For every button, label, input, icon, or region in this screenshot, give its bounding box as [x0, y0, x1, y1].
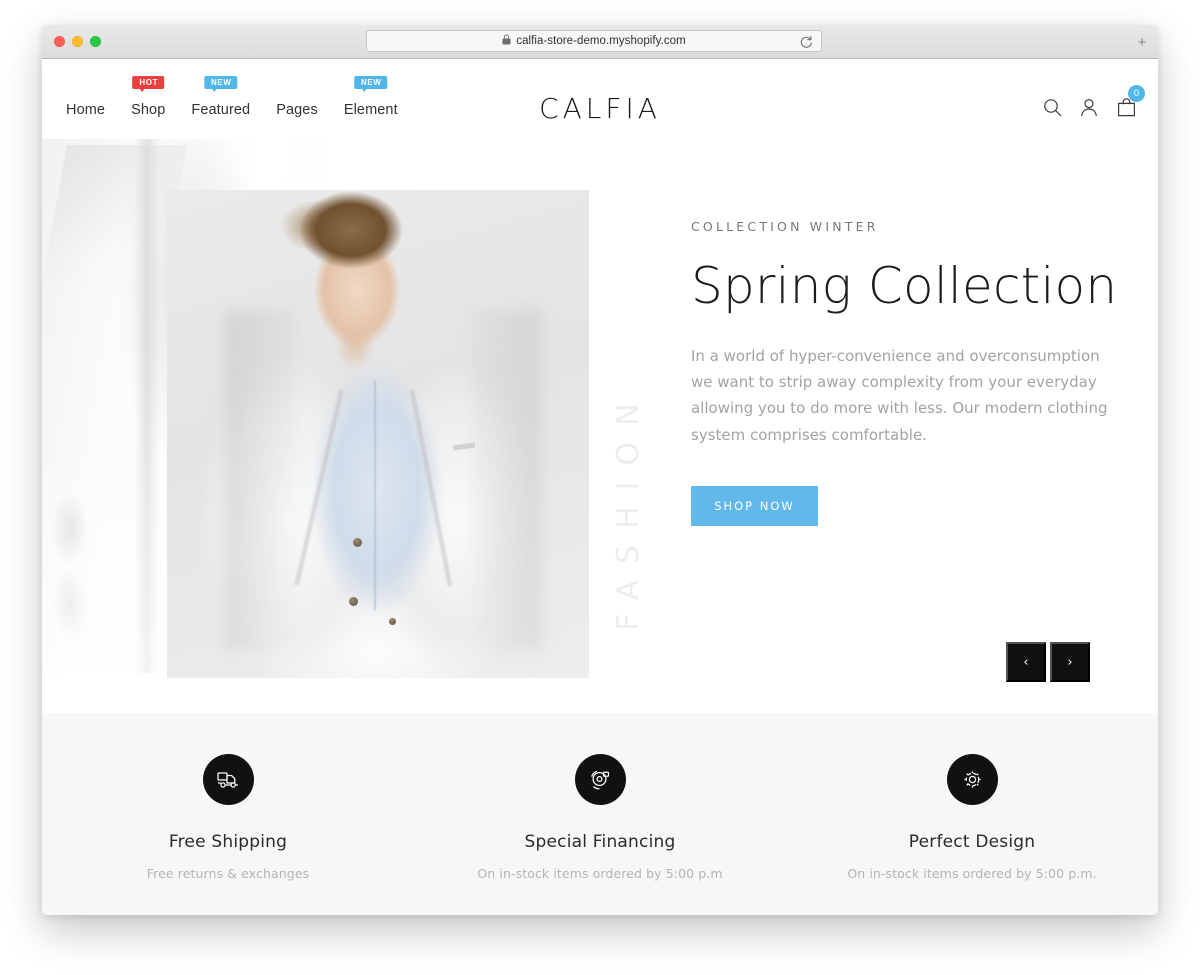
site-header: Home HOT Shop NEW Featured Pages NEW Ele… [42, 59, 1158, 139]
feature-subtitle: On in-stock items ordered by 5:00 p.m. [847, 866, 1097, 881]
slider-prev-button[interactable]: ‹ [1006, 642, 1046, 682]
header-actions: 0 [1042, 85, 1145, 117]
trouser-button [389, 618, 396, 625]
browser-titlebar: calfia-store-demo.myshopify.com + [42, 25, 1158, 59]
delivery-truck-icon [202, 754, 254, 805]
hero-paragraph: In a world of hyper-convenience and over… [691, 346, 1108, 444]
shopping-bag-icon[interactable]: 0 [1116, 85, 1145, 117]
photo-shadow-left [225, 310, 295, 650]
nav-label: Shop [131, 102, 166, 118]
nav-item-home[interactable]: Home [66, 99, 105, 121]
close-window-button[interactable] [54, 36, 65, 47]
features-section: Free Shipping Free returns & exchanges S… [42, 713, 1158, 915]
nav-label: Pages [276, 102, 318, 118]
browser-window: calfia-store-demo.myshopify.com + Home H… [42, 25, 1158, 915]
hero-copy: COLLECTION WINTER Spring Collection In a… [691, 219, 1131, 527]
financing-icon [574, 754, 626, 805]
zoom-window-button[interactable] [90, 36, 101, 47]
new-tab-label: + [1137, 33, 1147, 51]
nav-item-featured[interactable]: NEW Featured [191, 76, 251, 121]
hero-eyebrow: COLLECTION WINTER [691, 219, 879, 234]
photo-shadow-right [471, 310, 541, 650]
address-bar[interactable]: calfia-store-demo.myshopify.com [366, 30, 822, 52]
gear-design-icon [946, 754, 998, 805]
url-text: calfia-store-demo.myshopify.com [516, 35, 686, 47]
nav-badge-new: NEW [354, 76, 388, 92]
nav-label: Home [66, 102, 106, 118]
site-logo[interactable]: CALFIA [539, 92, 661, 125]
blazer-button [353, 538, 362, 547]
lock-icon [502, 34, 511, 48]
hero-model-photo [167, 190, 589, 678]
feature-special-financing: Special Financing On in-stock items orde… [414, 713, 786, 915]
window-controls[interactable] [54, 36, 101, 47]
nav-item-element[interactable]: NEW Element [343, 76, 398, 121]
nav-label: Element [343, 102, 398, 118]
minimize-window-button[interactable] [72, 36, 83, 47]
main-navigation: Home HOT Shop NEW Featured Pages NEW Ele… [66, 76, 398, 121]
feature-perfect-design: Perfect Design On in-stock items ordered… [786, 713, 1158, 915]
page-viewport: Home HOT Shop NEW Featured Pages NEW Ele… [42, 59, 1158, 915]
slider-navigation: ‹ › [1006, 642, 1090, 682]
nav-item-pages[interactable]: Pages [276, 99, 318, 121]
nav-item-shop[interactable]: HOT Shop [131, 76, 166, 121]
blazer-button [349, 597, 358, 606]
feature-subtitle: Free returns & exchanges [146, 866, 310, 881]
feature-title: Perfect Design [908, 832, 1036, 852]
feature-title: Special Financing [524, 832, 676, 852]
cart-count-badge: 0 [1128, 85, 1145, 102]
hero-slider: FASHION COLLECTION WINTER Spring Collect… [42, 139, 1158, 713]
search-icon[interactable] [1042, 97, 1062, 117]
feature-title: Free Shipping [168, 832, 288, 852]
feature-subtitle: On in-stock items ordered by 5:00 p.m [477, 866, 723, 881]
shop-now-button[interactable]: SHOP NOW [691, 486, 818, 527]
nav-label: Featured [191, 102, 251, 118]
shirt-placket [374, 380, 376, 610]
hero-vertical-word: FASHION [611, 387, 646, 631]
reload-icon[interactable] [800, 35, 813, 54]
hero-title: Spring Collection [691, 257, 1118, 315]
new-tab-button[interactable]: + [1132, 33, 1152, 51]
nav-badge-new: NEW [204, 76, 238, 92]
user-icon[interactable] [1079, 97, 1099, 117]
nav-badge-hot: HOT [132, 76, 165, 92]
slider-next-button[interactable]: › [1050, 642, 1090, 682]
feature-free-shipping: Free Shipping Free returns & exchanges [42, 713, 414, 915]
